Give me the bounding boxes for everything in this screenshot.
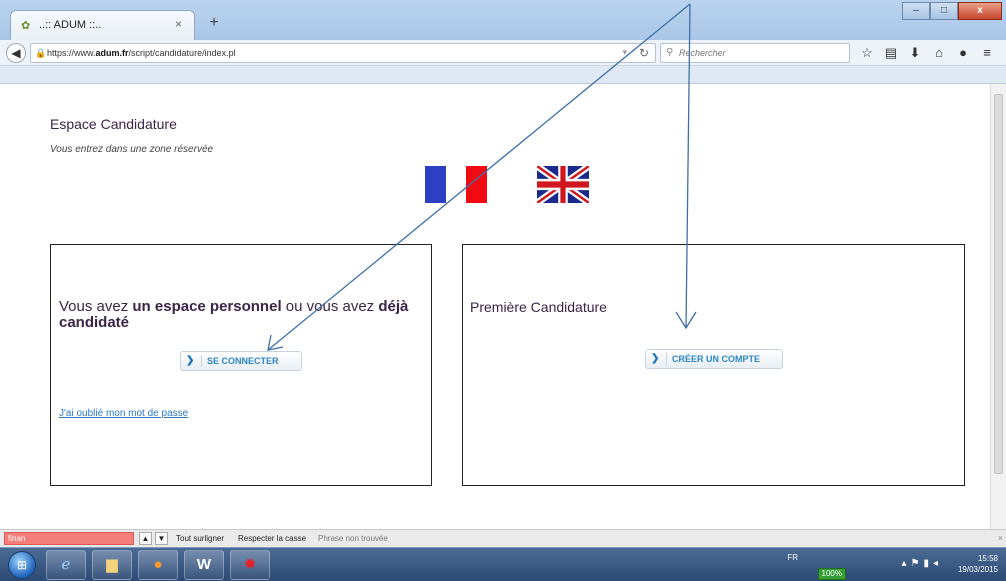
task-file-explorer[interactable]: ▆ — [92, 550, 132, 580]
back-arrow-icon: ◀ — [11, 46, 21, 60]
download-icon[interactable]: ⬇ — [906, 43, 924, 63]
login-button[interactable]: ❯ SE CONNECTER — [180, 351, 302, 371]
french-flag-icon[interactable] — [425, 166, 488, 203]
chat-icon[interactable]: ● — [954, 43, 972, 63]
find-next-button[interactable]: ▼ — [155, 532, 168, 545]
find-bar: finan ▲ ▼ Tout surligner Respecter la ca… — [0, 529, 1006, 547]
reading-list-icon[interactable]: ▤ — [882, 43, 900, 63]
minimize-button[interactable]: – — [902, 2, 930, 20]
search-icon: ⚲ — [666, 47, 674, 58]
menu-icon[interactable]: ≡ — [978, 43, 996, 63]
page-title: Espace Candidature — [50, 116, 177, 132]
chevron-right-icon: ❯ — [186, 355, 195, 366]
scrollbar-thumb[interactable] — [994, 94, 1003, 474]
lock-icon: 🔒 — [35, 48, 47, 58]
navigation-bar: ◀ 🔒 https://www.adum.fr/script/candidatu… — [0, 40, 1006, 66]
url-text: https://www.adum.fr/script/candidature/i… — [47, 48, 236, 58]
find-status: Phrase non trouvée — [318, 534, 388, 543]
task-word[interactable]: W — [184, 550, 224, 580]
search-input[interactable] — [679, 46, 839, 60]
tab-title: ..:: ADUM ::.. — [39, 19, 102, 31]
clock-time: 15:58 — [977, 554, 998, 563]
taskbar: ⊞ ℯ ▆ ● W ✹ FR 100% ▴⚑▮◂ 15:58 19/03/201… — [0, 547, 1006, 581]
window-controls: – □ x — [902, 2, 1002, 22]
firefox-icon: ● — [153, 556, 163, 573]
splat-icon: ✹ — [243, 556, 257, 573]
page-content: Espace Candidature Vous entrez dans une … — [0, 84, 990, 529]
forgot-password-link[interactable]: J'ai oublié mon mot de passe — [59, 408, 188, 419]
browser-tab[interactable]: ✿ ..:: ADUM ::.. × — [10, 10, 195, 40]
page-scrollbar[interactable] — [990, 84, 1006, 529]
url-bar[interactable]: 🔒 https://www.adum.fr/script/candidature… — [30, 43, 656, 63]
login-panel: Vous avez un espace personnel ou vous av… — [50, 244, 432, 486]
task-other-app[interactable]: ✹ — [230, 550, 270, 580]
search-box[interactable]: ⚲ — [660, 43, 850, 63]
highlight-all-toggle[interactable]: Tout surligner — [176, 534, 224, 543]
new-tab-button[interactable]: + — [202, 12, 226, 34]
login-prompt: Vous avez un espace personnel ou vous av… — [59, 298, 409, 331]
home-icon[interactable]: ⌂ — [930, 43, 948, 63]
battery-indicator[interactable]: 100% — [817, 568, 846, 580]
ie-icon: ℯ — [61, 556, 71, 573]
create-account-button[interactable]: ❯ CRÉER UN COMPTE — [645, 349, 783, 369]
clock[interactable]: 15:58 19/03/2015 — [958, 553, 998, 575]
tray-icons[interactable]: ▴⚑▮◂ — [901, 558, 942, 569]
bookmarks-bar — [0, 66, 1006, 84]
login-button-label: SE CONNECTER — [207, 356, 279, 366]
first-application-title: Première Candidature — [470, 299, 607, 315]
clock-date: 19/03/2015 — [957, 565, 998, 574]
toolbar-icons: ☆ ▤ ⬇ ⌂ ● ≡ — [858, 43, 996, 63]
find-previous-button[interactable]: ▲ — [139, 532, 152, 545]
tab-bar: ✿ ..:: ADUM ::.. × + – □ x — [0, 0, 1006, 40]
word-icon: W — [196, 556, 212, 573]
back-button[interactable]: ◀ — [6, 43, 26, 63]
reload-icon[interactable]: ↻ — [639, 46, 649, 60]
site-favicon-icon: ✿ — [21, 20, 31, 32]
windows-logo-icon: ⊞ — [16, 558, 28, 572]
task-browser-ie[interactable]: ℯ — [46, 550, 86, 580]
find-close-icon[interactable]: × — [998, 533, 1003, 543]
find-input[interactable]: finan — [4, 532, 134, 545]
uk-flag-icon[interactable] — [537, 166, 589, 203]
start-button[interactable]: ⊞ — [8, 551, 36, 579]
maximize-button[interactable]: □ — [930, 2, 958, 20]
create-account-button-label: CRÉER UN COMPTE — [672, 354, 761, 364]
bookmark-star-icon[interactable]: ☆ — [858, 43, 876, 63]
task-firefox[interactable]: ● — [138, 550, 178, 580]
tab-close-icon[interactable]: × — [175, 17, 182, 31]
first-application-panel: Première Candidature ❯ CRÉER UN COMPTE — [462, 244, 965, 486]
match-case-toggle[interactable]: Respecter la casse — [238, 534, 306, 543]
language-indicator[interactable]: FR — [787, 553, 798, 562]
chevron-right-icon: ❯ — [651, 353, 660, 364]
close-window-button[interactable]: x — [958, 2, 1002, 20]
page-subtitle: Vous entrez dans une zone réservée — [50, 144, 214, 155]
folder-icon: ▆ — [106, 556, 118, 573]
url-dropdown-icon[interactable]: ▾ — [622, 47, 627, 58]
